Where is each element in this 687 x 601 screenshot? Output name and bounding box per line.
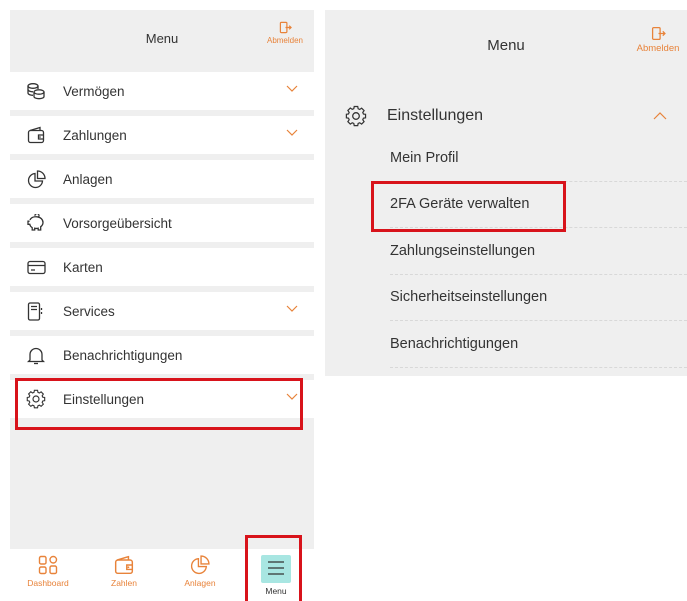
menu-list: Vermögen Zahlungen Anlagen Vorsorgeübers… xyxy=(10,72,314,418)
nav-zahlen[interactable]: Zahlen xyxy=(86,549,162,601)
menu-item-label: Anlagen xyxy=(63,171,113,187)
menu-item-vorsorgeuebersicht[interactable]: Vorsorgeübersicht xyxy=(10,204,314,242)
logout-icon xyxy=(651,26,666,41)
coins-icon xyxy=(26,81,46,101)
piggy-bank-icon xyxy=(26,213,46,233)
logout-button[interactable]: Abmelden xyxy=(262,21,308,45)
chevron-up-icon xyxy=(653,112,667,120)
logout-icon xyxy=(279,21,292,34)
chevron-down-icon xyxy=(286,129,298,136)
nav-anlagen[interactable]: Anlagen xyxy=(162,549,238,601)
logout-label: Abmelden xyxy=(266,36,304,45)
nav-label: Menu xyxy=(265,586,287,596)
nav-label: Zahlen xyxy=(111,578,137,588)
gear-icon xyxy=(26,389,46,409)
menu-panel-right: Menu Abmelden Einstellungen Mein Profil … xyxy=(325,10,687,376)
menu-item-label: Vorsorgeübersicht xyxy=(63,215,172,231)
menu-item-zahlungen[interactable]: Zahlungen xyxy=(10,116,314,154)
menu-header: Menu Abmelden xyxy=(325,10,687,76)
settings-sub-list: Mein Profil 2FA Geräte verwalten Zahlung… xyxy=(325,135,687,368)
chevron-down-icon xyxy=(286,393,298,400)
sub-item-mein-profil[interactable]: Mein Profil xyxy=(390,135,687,182)
wallet-icon xyxy=(26,125,46,145)
menu-item-vermoegen[interactable]: Vermögen xyxy=(10,72,314,110)
menu-item-label: Services xyxy=(63,303,115,319)
gear-icon xyxy=(345,105,367,127)
chevron-down-icon xyxy=(286,85,298,92)
menu-header: Menu Abmelden xyxy=(10,10,314,72)
services-icon xyxy=(26,301,46,321)
wallet-icon xyxy=(114,555,134,575)
pie-chart-icon xyxy=(190,555,210,575)
sub-item-sicherheitseinstellungen[interactable]: Sicherheitseinstellungen xyxy=(390,275,687,321)
menu-item-karten[interactable]: Karten xyxy=(10,248,314,286)
menu-item-label: Vermögen xyxy=(63,83,125,99)
menu-panel-left: Menu Abmelden Vermögen Zahlungen Anlagen xyxy=(10,10,314,601)
menu-item-label: Einstellungen xyxy=(63,391,145,407)
dashboard-icon xyxy=(38,555,58,575)
section-label: Einstellungen xyxy=(387,107,484,124)
chevron-down-icon xyxy=(286,305,298,312)
menu-item-services[interactable]: Services xyxy=(10,292,314,330)
bottom-nav: Dashboard Zahlen Anlagen Menu xyxy=(10,549,314,601)
menu-item-benachrichtigungen[interactable]: Benachrichtigungen xyxy=(10,336,314,374)
menu-item-anlagen[interactable]: Anlagen xyxy=(10,160,314,198)
menu-item-einstellungen[interactable]: Einstellungen xyxy=(10,380,314,418)
sub-item-2fa-geraete[interactable]: 2FA Geräte verwalten xyxy=(390,182,687,228)
menu-item-label: Zahlungen xyxy=(63,127,127,143)
hamburger-icon xyxy=(261,555,291,583)
sub-item-benachrichtigungen[interactable]: Benachrichtigungen xyxy=(390,321,687,368)
logout-button[interactable]: Abmelden xyxy=(631,26,685,54)
pie-chart-icon xyxy=(26,169,46,189)
nav-menu[interactable]: Menu xyxy=(238,549,314,601)
bell-icon xyxy=(26,345,46,365)
nav-label: Dashboard xyxy=(27,578,69,588)
logout-label: Abmelden xyxy=(636,43,680,54)
menu-item-label: Benachrichtigungen xyxy=(63,347,183,363)
nav-dashboard[interactable]: Dashboard xyxy=(10,549,86,601)
nav-label: Anlagen xyxy=(184,578,216,588)
sub-item-zahlungseinstellungen[interactable]: Zahlungseinstellungen xyxy=(390,228,687,275)
card-icon xyxy=(26,257,46,277)
menu-item-label: Karten xyxy=(63,259,103,275)
